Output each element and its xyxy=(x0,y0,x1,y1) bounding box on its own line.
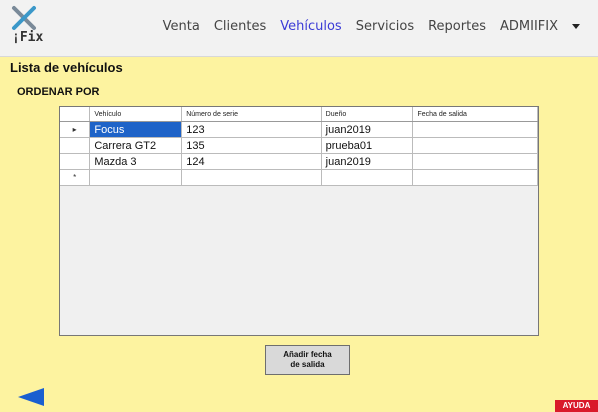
sort-label[interactable]: ORDENAR POR xyxy=(17,86,100,98)
nav-item-venta[interactable]: Venta xyxy=(163,19,200,34)
new-cell-vehiculo[interactable] xyxy=(89,169,183,186)
logo-text: ¡Fix xyxy=(12,30,44,45)
user-menu[interactable]: ADMIIFIX xyxy=(500,19,580,34)
main-nav: Venta Clientes Vehículos Servicios Repor… xyxy=(149,19,580,34)
new-cell-serie[interactable] xyxy=(181,169,322,186)
cell-serie[interactable]: 124 xyxy=(181,153,322,170)
add-exit-date-button[interactable]: Añadir fecha de salida xyxy=(265,345,350,375)
column-header-dueno[interactable]: Dueño xyxy=(321,107,414,122)
user-menu-label: ADMIIFIX xyxy=(499,19,558,34)
back-arrow-icon[interactable] xyxy=(18,388,44,406)
caret-down-icon xyxy=(572,24,580,29)
cell-fecha[interactable] xyxy=(412,137,538,154)
column-header-fecha[interactable]: Fecha de salida xyxy=(412,107,538,122)
cell-dueno[interactable]: juan2019 xyxy=(321,153,414,170)
column-header-vehiculo[interactable]: Vehículo xyxy=(89,107,183,122)
vehicles-table: Vehículo Número de serie Dueño Fecha de … xyxy=(60,107,538,186)
cell-serie[interactable]: 123 xyxy=(181,121,322,138)
table-row[interactable]: ▸ Focus 123 juan2019 xyxy=(60,121,538,138)
cell-serie[interactable]: 135 xyxy=(181,137,322,154)
nav-item-servicios[interactable]: Servicios xyxy=(356,19,414,34)
help-button[interactable]: AYUDA xyxy=(555,400,598,412)
row-selector[interactable] xyxy=(60,153,91,170)
column-header-serie[interactable]: Número de serie xyxy=(181,107,322,122)
page-title: Lista de vehículos xyxy=(10,60,123,75)
row-selector[interactable] xyxy=(60,137,91,154)
nav-item-reportes[interactable]: Reportes xyxy=(428,19,486,34)
row-selector[interactable]: ▸ xyxy=(60,121,91,138)
top-bar: ¡Fix Venta Clientes Vehículos Servicios … xyxy=(0,0,598,57)
cell-fecha[interactable] xyxy=(412,153,538,170)
cell-dueno[interactable]: prueba01 xyxy=(321,137,414,154)
nav-item-clientes[interactable]: Clientes xyxy=(214,19,266,34)
vehicles-grid[interactable]: Vehículo Número de serie Dueño Fecha de … xyxy=(59,106,539,336)
cell-vehiculo[interactable]: Mazda 3 xyxy=(89,153,183,170)
table-row[interactable]: Mazda 3 124 juan2019 xyxy=(60,153,538,170)
cell-dueno[interactable]: juan2019 xyxy=(321,121,414,138)
add-exit-date-label-line1: Añadir fecha xyxy=(283,350,332,359)
row-header-corner xyxy=(60,107,91,122)
new-cell-dueno[interactable] xyxy=(321,169,414,186)
cell-fecha[interactable] xyxy=(412,121,538,138)
add-exit-date-label-line2: de salida xyxy=(290,360,325,369)
nav-item-vehiculos[interactable]: Vehículos xyxy=(280,19,341,34)
cell-vehiculo[interactable]: Carrera GT2 xyxy=(89,137,183,154)
cell-vehiculo[interactable]: Focus xyxy=(89,121,183,138)
new-cell-fecha[interactable] xyxy=(412,169,538,186)
new-row[interactable]: * xyxy=(60,169,538,186)
new-row-marker[interactable]: * xyxy=(60,169,91,186)
table-row[interactable]: Carrera GT2 135 prueba01 xyxy=(60,137,538,154)
